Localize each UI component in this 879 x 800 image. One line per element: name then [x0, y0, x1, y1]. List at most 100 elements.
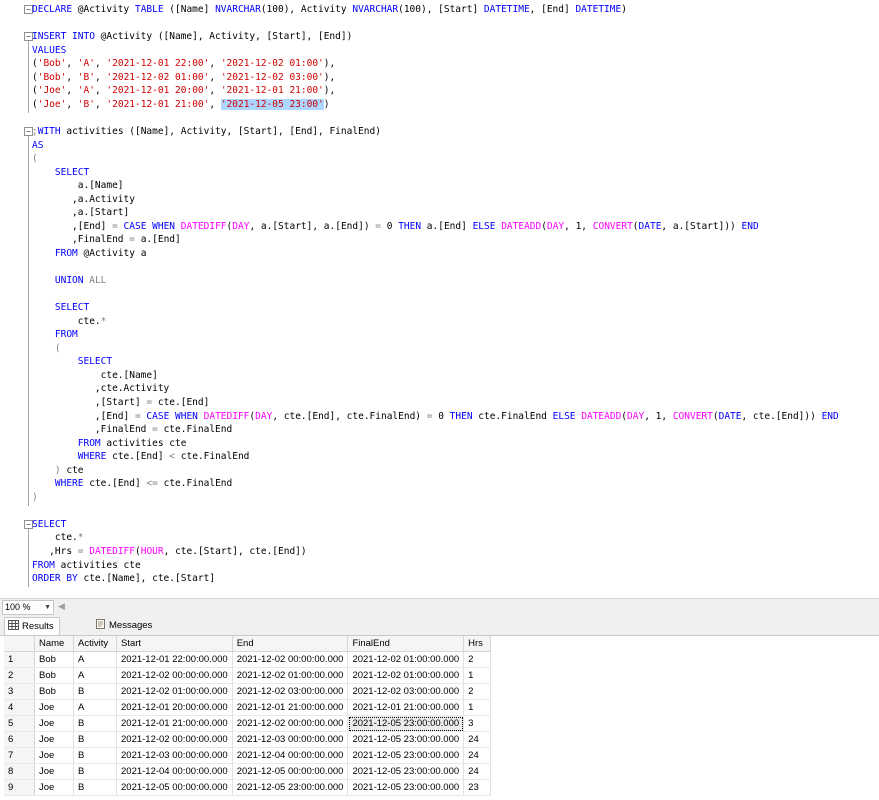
- grid-cell[interactable]: 24: [463, 763, 492, 780]
- grid-cell[interactable]: 2021-12-02 01:00:00.000: [347, 667, 465, 684]
- grid-cell[interactable]: 2021-12-03 00:00:00.000: [116, 747, 233, 764]
- table-row[interactable]: 8 Joe B 2021-12-04 00:00:00.000 2021-12-05 0…: [4, 763, 492, 780]
- grid-cell[interactable]: A: [73, 699, 117, 716]
- code-line[interactable]: FROM activities cte: [32, 559, 141, 572]
- grid-cell[interactable]: 2021-12-02 00:00:00.000: [232, 651, 349, 668]
- grid-cell[interactable]: Joe: [34, 731, 74, 748]
- grid-cell[interactable]: B: [73, 715, 117, 732]
- zoom-select[interactable]: 100 % ▼: [2, 600, 54, 615]
- code-line[interactable]: ,Hrs = DATEDIFF(HOUR, cte.[Start], cte.[…: [32, 545, 306, 558]
- grid-cell[interactable]: 2021-12-05 23:00:00.000: [347, 715, 465, 732]
- grid-cell[interactable]: 2021-12-02 01:00:00.000: [347, 651, 465, 668]
- code-line[interactable]: ,cte.Activity: [32, 382, 169, 395]
- results-grid[interactable]: Name Activity Start End FinalEnd Hrs 1 Bo…: [4, 636, 492, 796]
- code-line[interactable]: ) cte: [32, 464, 84, 477]
- grid-cell[interactable]: Joe: [34, 747, 74, 764]
- grid-cell[interactable]: Joe: [34, 763, 74, 780]
- grid-cell[interactable]: Joe: [34, 715, 74, 732]
- grid-cell[interactable]: 2021-12-01 20:00:00.000: [116, 699, 233, 716]
- tab-messages[interactable]: Messages: [92, 617, 157, 634]
- table-row[interactable]: 9 Joe B 2021-12-05 00:00:00.000 2021-12-05 2…: [4, 779, 492, 796]
- code-line[interactable]: ;WITH activities ([Name], Activity, [Sta…: [32, 125, 381, 138]
- table-row[interactable]: 7 Joe B 2021-12-03 00:00:00.000 2021-12-04 0…: [4, 747, 492, 764]
- grid-cell[interactable]: 2021-12-02 00:00:00.000: [116, 667, 233, 684]
- grid-cell[interactable]: B: [73, 747, 117, 764]
- table-row[interactable]: 1 Bob A 2021-12-01 22:00:00.000 2021-12-02 0…: [4, 651, 492, 668]
- row-number[interactable]: 5: [4, 715, 35, 732]
- column-header-name[interactable]: Name: [34, 636, 74, 652]
- grid-cell[interactable]: 2021-12-01 22:00:00.000: [116, 651, 233, 668]
- code-line[interactable]: cte.*: [32, 531, 84, 544]
- grid-cell[interactable]: 2021-12-02 00:00:00.000: [116, 731, 233, 748]
- grid-cell[interactable]: 1: [463, 667, 492, 684]
- code-line[interactable]: ,[Start] = cte.[End]: [32, 396, 209, 409]
- grid-cell[interactable]: 2021-12-04 00:00:00.000: [232, 747, 349, 764]
- code-line[interactable]: ('Joe', 'B', '2021-12-01 21:00', '2021-1…: [32, 98, 330, 111]
- code-line[interactable]: WHERE cte.[End] < cte.FinalEnd: [32, 450, 250, 463]
- code-line[interactable]: ('Bob', 'B', '2021-12-02 01:00', '2021-1…: [32, 71, 335, 84]
- grid-cell[interactable]: 2021-12-04 00:00:00.000: [116, 763, 233, 780]
- grid-cell[interactable]: 2021-12-05 00:00:00.000: [232, 763, 349, 780]
- table-row[interactable]: 4 Joe A 2021-12-01 20:00:00.000 2021-12-01 2…: [4, 699, 492, 716]
- grid-cell[interactable]: 2021-12-02 01:00:00.000: [116, 683, 233, 700]
- grid-cell[interactable]: 24: [463, 731, 492, 748]
- row-number[interactable]: 1: [4, 651, 35, 668]
- row-number[interactable]: 6: [4, 731, 35, 748]
- code-line[interactable]: a.[Name]: [32, 179, 124, 192]
- code-line[interactable]: cte.[Name]: [32, 369, 158, 382]
- grid-cell[interactable]: 2021-12-05 23:00:00.000: [347, 763, 465, 780]
- grid-cell[interactable]: A: [73, 651, 117, 668]
- code-line[interactable]: ,FinalEnd = cte.FinalEnd: [32, 423, 232, 436]
- grid-cell[interactable]: Joe: [34, 779, 74, 796]
- grid-cell[interactable]: 2021-12-05 23:00:00.000: [347, 731, 465, 748]
- grid-cell[interactable]: 2021-12-05 23:00:00.000: [347, 779, 465, 796]
- grid-cell[interactable]: Bob: [34, 651, 74, 668]
- row-number[interactable]: 8: [4, 763, 35, 780]
- code-line[interactable]: ('Joe', 'A', '2021-12-01 20:00', '2021-1…: [32, 84, 335, 97]
- row-number[interactable]: 7: [4, 747, 35, 764]
- grid-cell[interactable]: Bob: [34, 667, 74, 684]
- code-line[interactable]: WHERE cte.[End] <= cte.FinalEnd: [32, 477, 232, 490]
- grid-cell[interactable]: 24: [463, 747, 492, 764]
- code-line[interactable]: cte.*: [32, 315, 107, 328]
- table-row[interactable]: 5 Joe B 2021-12-01 21:00:00.000 2021-12-02 0…: [4, 715, 492, 732]
- grid-cell[interactable]: Joe: [34, 699, 74, 716]
- row-number[interactable]: 4: [4, 699, 35, 716]
- code-line[interactable]: (: [32, 152, 38, 165]
- code-line[interactable]: AS: [32, 139, 43, 152]
- row-number[interactable]: 3: [4, 683, 35, 700]
- scroll-left-arrow-icon[interactable]: ◀: [58, 601, 65, 612]
- grid-cell[interactable]: 2: [463, 651, 492, 668]
- table-row[interactable]: 6 Joe B 2021-12-02 00:00:00.000 2021-12-03 0…: [4, 731, 492, 748]
- grid-cell[interactable]: 2021-12-05 23:00:00.000: [347, 747, 465, 764]
- grid-cell[interactable]: 2021-12-03 00:00:00.000: [232, 731, 349, 748]
- code-line[interactable]: VALUES: [32, 44, 66, 57]
- grid-cell[interactable]: 1: [463, 699, 492, 716]
- code-line[interactable]: SELECT: [32, 166, 89, 179]
- table-row[interactable]: 2 Bob A 2021-12-02 00:00:00.000 2021-12-02 0…: [4, 667, 492, 684]
- grid-cell[interactable]: 3: [463, 715, 492, 732]
- code-line[interactable]: DECLARE @Activity TABLE ([Name] NVARCHAR…: [32, 3, 627, 16]
- column-header-activity[interactable]: Activity: [73, 636, 117, 652]
- grid-cell[interactable]: 2021-12-01 21:00:00.000: [116, 715, 233, 732]
- code-line[interactable]: ): [32, 491, 38, 504]
- row-number[interactable]: 9: [4, 779, 35, 796]
- grid-cell[interactable]: B: [73, 763, 117, 780]
- grid-cell[interactable]: B: [73, 731, 117, 748]
- code-line[interactable]: SELECT: [32, 301, 89, 314]
- code-line[interactable]: ,a.Activity: [32, 193, 135, 206]
- code-line[interactable]: ,[End] = CASE WHEN DATEDIFF(DAY, a.[Star…: [32, 220, 759, 233]
- grid-cell[interactable]: 2021-12-01 21:00:00.000: [232, 699, 349, 716]
- code-line[interactable]: UNION ALL: [32, 274, 107, 287]
- grid-cell[interactable]: 2021-12-02 00:00:00.000: [232, 715, 349, 732]
- grid-cell[interactable]: B: [73, 683, 117, 700]
- grid-cell[interactable]: Bob: [34, 683, 74, 700]
- code-line[interactable]: ,FinalEnd = a.[End]: [32, 233, 181, 246]
- row-number[interactable]: 2: [4, 667, 35, 684]
- column-header-end[interactable]: End: [232, 636, 349, 652]
- code-line[interactable]: ORDER BY cte.[Name], cte.[Start]: [32, 572, 215, 585]
- query-editor[interactable]: − − − − DECLARE @Activity TABLE ([Name] NVA…: [0, 0, 879, 598]
- grid-cell[interactable]: 2021-12-02 03:00:00.000: [232, 683, 349, 700]
- column-header-hrs[interactable]: Hrs: [463, 636, 492, 652]
- code-line[interactable]: FROM @Activity a: [32, 247, 147, 260]
